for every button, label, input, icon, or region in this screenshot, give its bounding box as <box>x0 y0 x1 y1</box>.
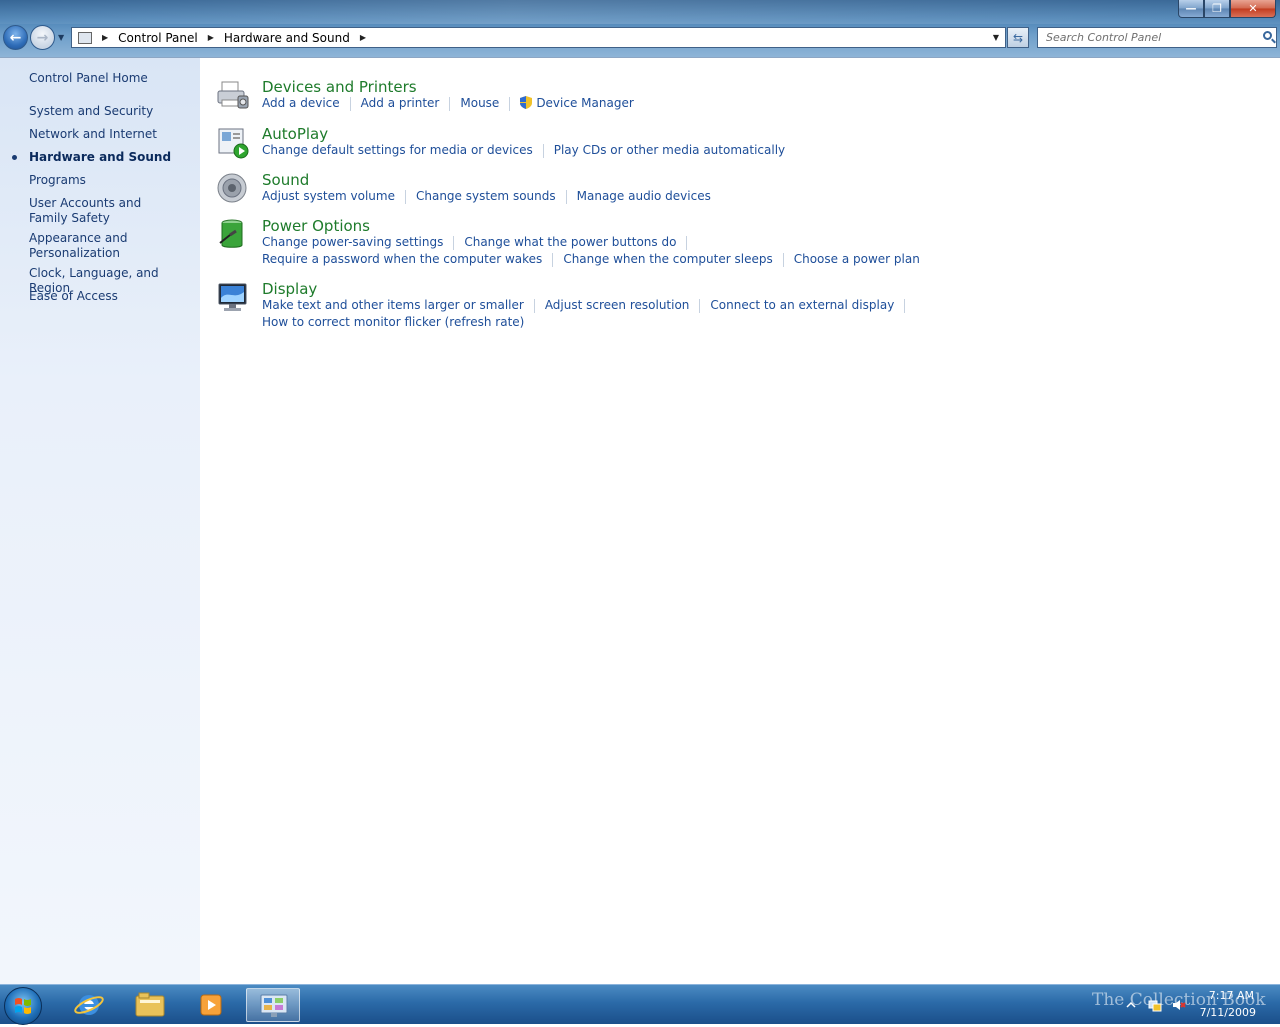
divider <box>565 189 567 204</box>
main-content: Devices and Printers Add a device Add a p… <box>200 58 1280 984</box>
internet-explorer-icon <box>74 995 104 1015</box>
speaker-icon[interactable] <box>216 171 250 205</box>
mouse-link[interactable]: Mouse <box>460 96 499 110</box>
play-cds-link[interactable]: Play CDs or other media automatically <box>554 143 785 157</box>
divider <box>686 235 688 250</box>
divider <box>449 96 451 111</box>
battery-icon[interactable] <box>216 217 250 251</box>
change-power-buttons-link[interactable]: Change what the power buttons do <box>464 235 676 249</box>
sidebar-item-ease-of-access[interactable]: Ease of Access <box>29 289 194 304</box>
breadcrumb-control-panel[interactable]: Control Panel <box>118 31 198 45</box>
left-navigation-pane: Control Panel Home System and Security N… <box>0 58 200 984</box>
manage-audio-devices-link[interactable]: Manage audio devices <box>577 189 711 203</box>
sidebar-item-appearance[interactable]: Appearance and Personalization <box>29 231 139 261</box>
divider <box>533 298 535 313</box>
divider <box>404 189 406 204</box>
taskbar-internet-explorer[interactable] <box>62 988 116 1022</box>
sidebar-item-programs[interactable]: Programs <box>29 173 194 188</box>
choose-power-plan-link[interactable]: Choose a power plan <box>794 252 920 266</box>
taskbar: The Collection Book 7:17 AM 7/11/2009 <box>0 984 1280 1025</box>
taskbar-windows-explorer[interactable] <box>123 988 177 1022</box>
media-player-icon <box>200 994 222 1016</box>
devices-and-printers-title[interactable]: Devices and Printers <box>262 78 417 96</box>
address-dropdown-icon[interactable]: ▼ <box>993 33 999 42</box>
sidebar-item-network-and-internet[interactable]: Network and Internet <box>29 127 194 142</box>
change-power-saving-settings-link[interactable]: Change power-saving settings <box>262 235 443 249</box>
printer-icon[interactable] <box>216 78 250 112</box>
forward-button[interactable]: → <box>30 25 55 50</box>
current-item-bullet-icon <box>12 155 17 160</box>
refresh-button[interactable]: ⇆ <box>1007 27 1029 48</box>
sound-title[interactable]: Sound <box>262 171 309 189</box>
adjust-system-volume-link[interactable]: Adjust system volume <box>262 189 395 203</box>
back-button[interactable]: ← <box>3 25 28 50</box>
change-system-sounds-link[interactable]: Change system sounds <box>416 189 556 203</box>
divider <box>349 96 351 111</box>
monitor-flicker-link[interactable]: How to correct monitor flicker (refresh … <box>262 315 524 329</box>
recent-pages-dropdown-icon[interactable]: ▼ <box>58 33 64 42</box>
divider <box>552 252 554 267</box>
search-icon[interactable] <box>1263 31 1272 40</box>
network-icon[interactable] <box>1148 998 1162 1012</box>
require-password-on-wake-link[interactable]: Require a password when the computer wak… <box>262 252 542 266</box>
control-panel-home-link[interactable]: Control Panel Home <box>29 71 194 86</box>
sidebar-item-hardware-and-sound[interactable]: Hardware and Sound <box>29 150 194 165</box>
display-title[interactable]: Display <box>262 280 317 298</box>
sidebar-item-user-accounts[interactable]: User Accounts and Family Safety <box>29 196 179 226</box>
show-hidden-icons-icon[interactable] <box>1124 998 1138 1012</box>
monitor-icon[interactable] <box>216 280 250 314</box>
add-a-device-link[interactable]: Add a device <box>262 96 340 110</box>
windows-explorer-icon <box>135 992 165 1017</box>
forward-arrow-icon: → <box>36 29 49 46</box>
control-panel-icon <box>260 994 288 1017</box>
maximize-button[interactable]: ❐ <box>1204 0 1230 18</box>
close-button[interactable]: ✕ <box>1230 0 1276 18</box>
minimize-button[interactable]: — <box>1178 0 1204 18</box>
power-options-title[interactable]: Power Options <box>262 217 370 235</box>
refresh-icon: ⇆ <box>1012 30 1024 45</box>
divider <box>904 298 906 313</box>
breadcrumb-hardware-and-sound[interactable]: Hardware and Sound <box>224 31 350 45</box>
address-bar[interactable]: ▶ Control Panel ▶ Hardware and Sound ▶ ▼ <box>71 27 1006 48</box>
taskbar-media-player[interactable] <box>184 988 238 1022</box>
search-input[interactable] <box>1044 30 1258 45</box>
uac-shield-icon <box>520 96 533 109</box>
back-arrow-icon: ← <box>9 29 22 46</box>
autoplay-title[interactable]: AutoPlay <box>262 125 328 143</box>
taskbar-control-panel[interactable] <box>246 988 300 1022</box>
device-manager-link[interactable]: Device Manager <box>536 96 633 110</box>
breadcrumb-chevron-icon[interactable]: ▶ <box>102 33 108 42</box>
connect-external-display-link[interactable]: Connect to an external display <box>710 298 894 312</box>
window-controls: — ❐ ✕ <box>1178 0 1276 18</box>
clock-date[interactable]: 7/11/2009 <box>1200 1006 1256 1019</box>
search-box[interactable] <box>1037 27 1277 48</box>
windows-logo-icon <box>15 998 31 1014</box>
add-a-printer-link[interactable]: Add a printer <box>361 96 440 110</box>
clock-time[interactable]: 7:17 AM <box>1209 989 1254 1002</box>
title-bar: — ❐ ✕ ← → ▼ ▶ Control Panel ▶ Hardware a… <box>0 0 1280 58</box>
change-sleep-link[interactable]: Change when the computer sleeps <box>563 252 772 266</box>
divider <box>509 96 511 111</box>
sidebar-item-system-and-security[interactable]: System and Security <box>29 104 194 119</box>
autoplay-icon[interactable] <box>216 125 250 159</box>
control-panel-icon <box>78 31 92 44</box>
divider <box>782 252 784 267</box>
divider <box>699 298 701 313</box>
divider <box>453 235 455 250</box>
start-button[interactable] <box>4 987 42 1025</box>
volume-muted-icon[interactable] <box>1172 998 1186 1012</box>
make-text-larger-link[interactable]: Make text and other items larger or smal… <box>262 298 524 312</box>
breadcrumb-chevron-icon[interactable]: ▶ <box>208 33 214 42</box>
breadcrumb-chevron-icon[interactable]: ▶ <box>360 33 366 42</box>
adjust-screen-resolution-link[interactable]: Adjust screen resolution <box>545 298 690 312</box>
change-default-settings-link[interactable]: Change default settings for media or dev… <box>262 143 533 157</box>
divider <box>542 143 544 158</box>
